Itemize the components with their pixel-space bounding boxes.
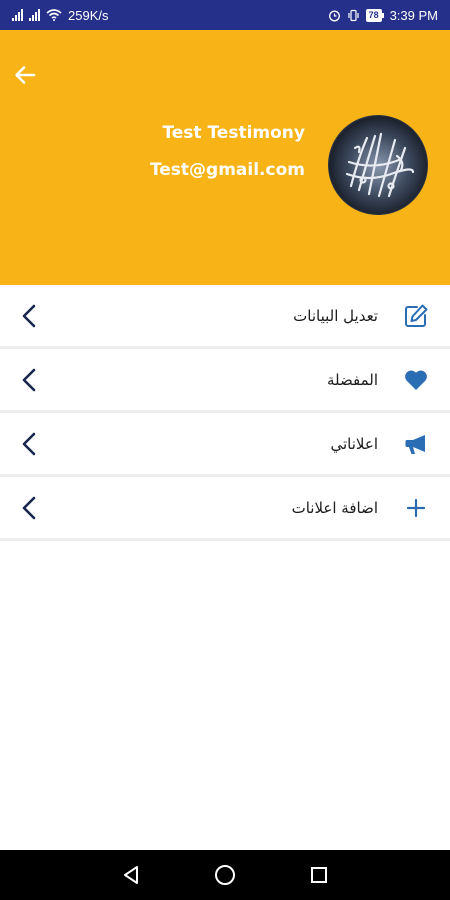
- signal-icon: [29, 9, 40, 21]
- battery-level: 78: [365, 8, 382, 22]
- megaphone-icon: [402, 430, 430, 458]
- chevron-left-icon: [18, 430, 40, 458]
- menu-item-favorites[interactable]: المفضلة: [0, 349, 450, 413]
- square-recents-icon: [311, 867, 327, 883]
- triangle-back-icon: [124, 866, 138, 884]
- avatar[interactable]: [328, 115, 428, 215]
- plus-icon: [402, 494, 430, 522]
- user-email: Test@gmail.com: [149, 160, 305, 180]
- navigation-bar: [0, 850, 450, 900]
- chevron-left-icon: [18, 494, 40, 522]
- battery-icon: 78: [365, 8, 384, 22]
- menu-item-label: المفضلة: [326, 370, 378, 389]
- nav-recents-button[interactable]: [304, 860, 334, 890]
- status-left: 259K/s: [12, 8, 108, 23]
- profile-header: Test Testimony Test@gmail.com: [0, 30, 450, 285]
- menu-item-label: تعديل البيانات: [293, 306, 378, 325]
- nav-back-button[interactable]: [116, 860, 146, 890]
- signal-icon: [12, 9, 23, 21]
- alarm-icon: [328, 10, 340, 21]
- vibrate-icon: [347, 9, 359, 21]
- arrow-left-icon: [15, 66, 36, 84]
- menu-item-edit-profile[interactable]: تعديل البيانات: [0, 285, 450, 349]
- circle-home-icon: [215, 865, 235, 885]
- calligraphy-image: [329, 116, 427, 214]
- back-button[interactable]: [10, 60, 40, 90]
- network-speed: 259K/s: [68, 7, 109, 23]
- edit-icon: [402, 302, 430, 330]
- status-right: 78 3:39 PM: [328, 8, 438, 23]
- chevron-left-icon: [18, 366, 40, 394]
- user-name: Test Testimony: [162, 123, 305, 143]
- wifi-icon: [46, 9, 62, 21]
- menu-item-my-ads[interactable]: اعلاناتي: [0, 413, 450, 477]
- heart-icon: [402, 366, 430, 394]
- chevron-left-icon: [18, 302, 40, 330]
- clock: 3:39 PM: [389, 7, 438, 23]
- status-bar: 259K/s 78 3:39 PM: [0, 0, 450, 30]
- menu-item-label: اضافة اعلانات: [291, 498, 378, 517]
- menu-item-add-ads[interactable]: اضافة اعلانات: [0, 477, 450, 541]
- nav-home-button[interactable]: [210, 860, 240, 890]
- profile-menu: تعديل البيانات المفضلة اعلاناتي اضافة اع…: [0, 285, 450, 541]
- menu-item-label: اعلاناتي: [330, 434, 379, 453]
